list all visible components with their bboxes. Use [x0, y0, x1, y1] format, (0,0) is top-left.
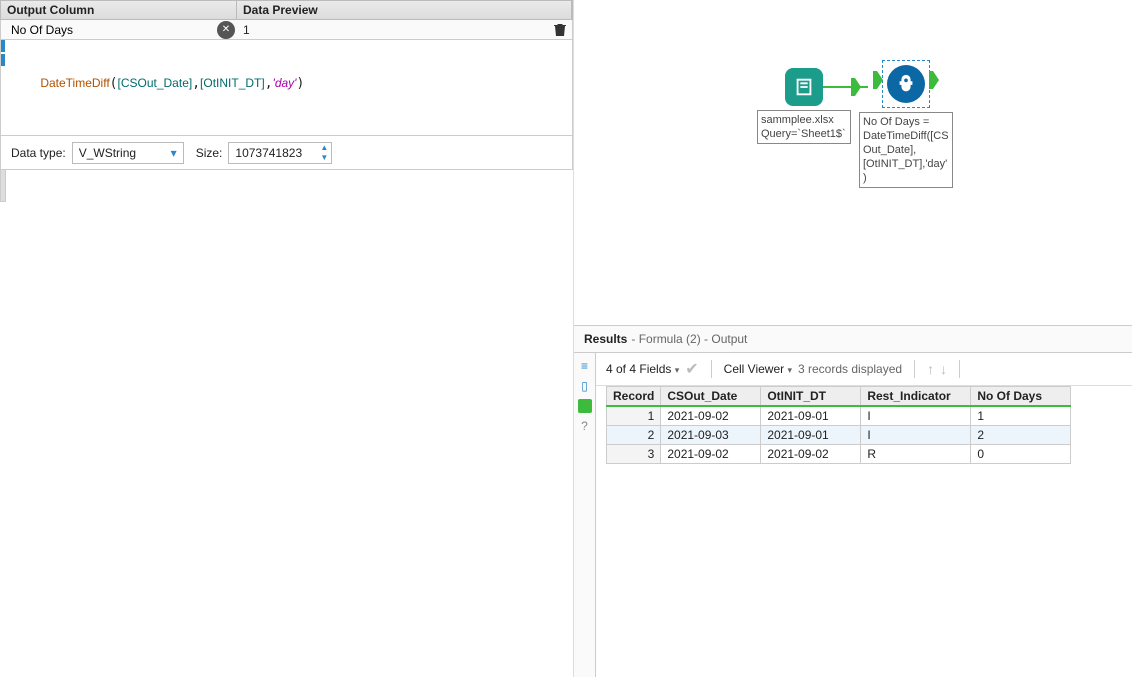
workflow-canvas[interactable]: sammplee.xlsx Query=`Sheet1$` No Of Days…: [574, 0, 1132, 325]
col-csout[interactable]: CSOut_Date: [661, 386, 761, 406]
go-down-icon[interactable]: ↓: [940, 361, 947, 377]
size-down-icon[interactable]: ▼: [317, 153, 331, 163]
records-displayed: 3 records displayed: [798, 362, 902, 376]
fields-dropdown[interactable]: 4 of 4 Fields ▾: [606, 362, 679, 376]
preview-value: 1: [235, 21, 552, 39]
output-column-input[interactable]: [1, 21, 217, 39]
results-body: ≡ ▯ ? 4 of 4 Fields ▾ ✔ Cell Viewer ▾ 3 …: [574, 353, 1132, 677]
delete-expression-icon[interactable]: [552, 22, 568, 38]
formula-arg3: 'day': [273, 76, 297, 90]
results-sidebar: ≡ ▯ ?: [574, 353, 596, 677]
formula-arg1: [CSOut_Date]: [118, 76, 193, 90]
formula-fn: DateTimeDiff: [40, 76, 109, 90]
add-expression-handle[interactable]: [0, 170, 6, 202]
col-days[interactable]: No Of Days: [971, 386, 1071, 406]
datatype-value: V_WString: [79, 146, 136, 160]
datatype-row: Data type: V_WString ▾ Size: 1073741823 …: [0, 136, 573, 170]
list-view-icon[interactable]: ≡: [578, 359, 592, 373]
check-icon[interactable]: ✔: [685, 359, 698, 379]
input-tool-icon: [785, 68, 823, 106]
formula-tool[interactable]: No Of Days = DateTimeDiff([CSOut_Date],[…: [859, 60, 953, 188]
table-row[interactable]: 2 2021-09-03 2021-09-01 I 2: [607, 425, 1071, 444]
size-input[interactable]: 1073741823 ▲ ▼: [228, 142, 332, 164]
datatype-select[interactable]: V_WString ▾: [72, 142, 184, 164]
results-subtitle: - Formula (2) - Output: [631, 332, 747, 346]
detail-view-icon[interactable]: ▯: [578, 379, 592, 393]
table-row[interactable]: 3 2021-09-02 2021-09-02 R 0: [607, 444, 1071, 463]
input-tool-caption: sammplee.xlsx Query=`Sheet1$`: [757, 110, 851, 144]
output-anchor[interactable]: [929, 71, 939, 89]
col-otinit[interactable]: OtINIT_DT: [761, 386, 861, 406]
help-icon[interactable]: ?: [578, 419, 592, 433]
go-up-icon[interactable]: ↑: [927, 361, 934, 377]
right-pane: sammplee.xlsx Query=`Sheet1$` No Of Days…: [574, 0, 1132, 677]
col-record[interactable]: Record: [607, 386, 661, 406]
formula-arg2: [OtINIT_DT]: [200, 76, 265, 90]
table-row[interactable]: 1 2021-09-02 2021-09-01 I 1: [607, 406, 1071, 426]
results-toolbar: 4 of 4 Fields ▾ ✔ Cell Viewer ▾ 3 record…: [596, 353, 1132, 386]
datatype-label: Data type:: [5, 146, 66, 160]
results-title: Results: [584, 332, 627, 346]
col-rest[interactable]: Rest_Indicator: [861, 386, 971, 406]
formula-editor[interactable]: DateTimeDiff([CSOut_Date],[OtINIT_DT],'d…: [0, 40, 573, 136]
input-anchor[interactable]: [873, 71, 883, 89]
header-data-preview: Data Preview: [237, 1, 572, 19]
clear-field-icon[interactable]: ✕: [217, 21, 235, 39]
formula-tool-icon: [887, 65, 925, 103]
results-table: Record CSOut_Date OtINIT_DT Rest_Indicat…: [606, 386, 1071, 464]
results-main: 4 of 4 Fields ▾ ✔ Cell Viewer ▾ 3 record…: [596, 353, 1132, 677]
output-anchor-icon[interactable]: [578, 399, 592, 413]
results-header: Results - Formula (2) - Output: [574, 325, 1132, 353]
config-header: Output Column Data Preview: [0, 0, 573, 20]
chevron-down-icon: ▾: [171, 146, 177, 160]
formula-tool-caption: No Of Days = DateTimeDiff([CSOut_Date],[…: [859, 112, 953, 188]
size-label: Size:: [190, 146, 223, 160]
header-output-column: Output Column: [1, 1, 237, 19]
size-up-icon[interactable]: ▲: [317, 143, 331, 153]
input-data-tool[interactable]: sammplee.xlsx Query=`Sheet1$`: [757, 68, 851, 144]
formula-config-panel: Output Column Data Preview ✕ 1 DateTimeD…: [0, 0, 574, 677]
size-value: 1073741823: [235, 146, 302, 160]
cell-viewer-dropdown[interactable]: Cell Viewer ▾: [724, 362, 792, 376]
field-row: ✕ 1: [0, 20, 573, 40]
